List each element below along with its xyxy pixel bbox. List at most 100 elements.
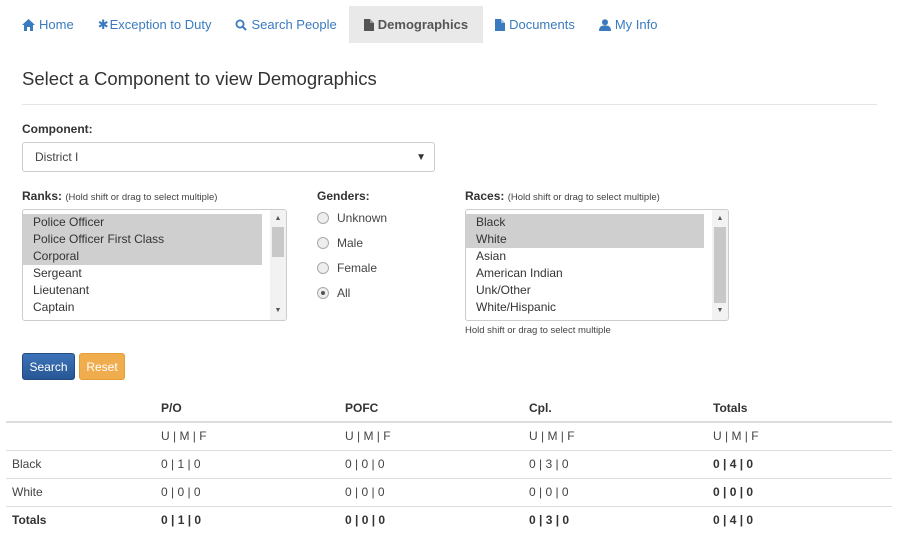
reset-button[interactable]: Reset	[79, 353, 125, 380]
nav-exception-label: Exception to Duty	[109, 17, 212, 32]
asterisk-icon: ✱	[97, 16, 109, 32]
races-scroll-thumb[interactable]	[714, 227, 726, 303]
ranks-label-group: Ranks: (Hold shift or drag to select mul…	[22, 189, 217, 203]
table-cell: U | M | F	[707, 422, 892, 451]
races-hint: (Hold shift or drag to select multiple)	[507, 192, 660, 203]
table-header	[6, 394, 155, 423]
table-cell: U | M | F	[523, 422, 707, 451]
rank-option[interactable]: Captain	[23, 299, 262, 316]
title-divider	[22, 104, 877, 105]
table-cell: White	[6, 478, 155, 507]
nav-search-label: Search People	[251, 17, 337, 32]
rank-option[interactable]: Lieutenant	[23, 282, 262, 299]
home-icon	[22, 18, 35, 31]
results-table: P/O POFC Cpl. Totals U | M | F U | M | F…	[6, 394, 892, 534]
table-cell: 0 | 4 | 0	[707, 450, 892, 479]
user-icon	[598, 18, 611, 31]
nav-documents[interactable]: Documents	[483, 6, 587, 43]
gender-option[interactable]: Unknown	[317, 211, 387, 225]
scroll-down-icon[interactable]: ▼	[270, 304, 286, 318]
nav-demographics[interactable]: Demographics	[348, 6, 484, 43]
gender-label: Female	[337, 261, 378, 275]
races-help-text: Hold shift or drag to select multiple	[465, 325, 611, 336]
component-select[interactable]: District I ▼	[22, 142, 435, 172]
table-cell: 0 | 1 | 0	[161, 513, 202, 528]
nav-documents-label: Documents	[509, 17, 575, 32]
gender-label: Male	[337, 236, 364, 250]
nav-my-info[interactable]: My Info	[587, 6, 670, 43]
table-cell: 0 | 4 | 0	[713, 513, 754, 528]
search-button[interactable]: Search	[22, 353, 75, 380]
gender-label: Unknown	[337, 211, 388, 225]
scroll-down-icon[interactable]: ▼	[712, 304, 728, 318]
table-cell: 0 | 3 | 0	[529, 513, 570, 528]
ranks-scrollbar[interactable]: ▲ ▼	[270, 210, 286, 320]
table-header: P/O	[155, 394, 339, 423]
rank-option[interactable]: Police Officer First Class	[23, 231, 262, 248]
races-listbox[interactable]: Black White Asian American Indian Unk/Other W…	[465, 209, 729, 321]
ranks-listbox[interactable]: Police Officer Police Officer First Class…	[22, 209, 287, 321]
component-label: Component:	[22, 122, 93, 136]
table-cell: 0 | 0 | 0	[707, 478, 892, 507]
table-cell: 0 | 0 | 0	[523, 478, 707, 507]
races-label: Races:	[465, 189, 505, 203]
rank-option[interactable]: Police Officer	[23, 214, 262, 231]
nav-search-people[interactable]: Search People	[223, 6, 348, 43]
scroll-up-icon[interactable]: ▲	[712, 212, 728, 226]
gender-radio[interactable]	[317, 262, 329, 274]
nav-my-info-label: My Info	[614, 17, 658, 32]
races-scrollbar[interactable]: ▲ ▼	[712, 210, 728, 320]
table-cell: 0 | 0 | 0	[339, 478, 523, 507]
race-option[interactable]: Black	[466, 214, 704, 231]
table-cell: Black	[6, 450, 155, 479]
nav-exception-to-duty[interactable]: ✱ Exception to Duty	[86, 6, 224, 43]
gender-option[interactable]: Female	[317, 261, 377, 275]
page-title: Select a Component to view Demographics	[22, 68, 377, 89]
ranks-label: Ranks:	[22, 189, 63, 203]
table-row: Black 0 | 1 | 0 0 | 0 | 0 0 | 3 | 0 0 | …	[6, 450, 892, 479]
table-header-row: P/O POFC Cpl. Totals	[6, 394, 892, 423]
table-cell: 0 | 0 | 0	[345, 513, 386, 528]
file-icon	[495, 18, 506, 31]
table-cell	[6, 422, 155, 451]
race-option[interactable]: Asian	[466, 248, 704, 265]
race-option[interactable]: Unk/Other	[466, 282, 704, 299]
table-row: White 0 | 0 | 0 0 | 0 | 0 0 | 0 | 0 0 | …	[6, 478, 892, 507]
rank-option[interactable]: Sergeant	[23, 265, 262, 282]
table-totals-row: Totals 0 | 1 | 0 0 | 0 | 0 0 | 3 | 0 0 |…	[6, 506, 892, 534]
genders-label: Genders:	[317, 189, 370, 203]
table-header: Cpl.	[523, 394, 707, 423]
race-option[interactable]: White/Hispanic	[466, 299, 704, 316]
table-subheader-row: U | M | F U | M | F U | M | F U | M | F	[6, 422, 892, 451]
nav-demographics-label: Demographics	[377, 17, 469, 32]
race-option[interactable]: White	[466, 231, 704, 248]
caret-down-icon: ▼	[416, 152, 426, 163]
table-cell: Totals	[12, 513, 47, 528]
gender-label: All	[337, 286, 351, 300]
top-nav: Home ✱ Exception to Duty Search People D…	[10, 6, 669, 43]
gender-option[interactable]: Male	[317, 236, 363, 250]
table-cell: 0 | 0 | 0	[339, 450, 523, 479]
gender-radio[interactable]	[317, 287, 329, 299]
table-cell: U | M | F	[339, 422, 523, 451]
nav-home[interactable]: Home	[10, 6, 86, 43]
file-icon	[363, 18, 374, 31]
ranks-hint: (Hold shift or drag to select multiple)	[65, 192, 218, 203]
search-icon	[235, 19, 248, 31]
races-label-group: Races: (Hold shift or drag to select mul…	[465, 189, 660, 203]
table-header: Totals	[707, 394, 892, 423]
gender-option[interactable]: All	[317, 286, 350, 300]
table-cell: 0 | 3 | 0	[523, 450, 707, 479]
race-option[interactable]: American Indian	[466, 265, 704, 282]
component-select-value: District I	[35, 150, 79, 164]
scroll-up-icon[interactable]: ▲	[270, 212, 286, 226]
gender-radio[interactable]	[317, 237, 329, 249]
gender-radio[interactable]	[317, 212, 329, 224]
table-cell: 0 | 0 | 0	[155, 478, 339, 507]
ranks-scroll-thumb[interactable]	[272, 227, 284, 257]
nav-home-label: Home	[39, 17, 74, 32]
table-cell: U | M | F	[155, 422, 339, 451]
rank-option[interactable]: Corporal	[23, 248, 262, 265]
table-header: POFC	[339, 394, 523, 423]
table-cell: 0 | 1 | 0	[155, 450, 339, 479]
